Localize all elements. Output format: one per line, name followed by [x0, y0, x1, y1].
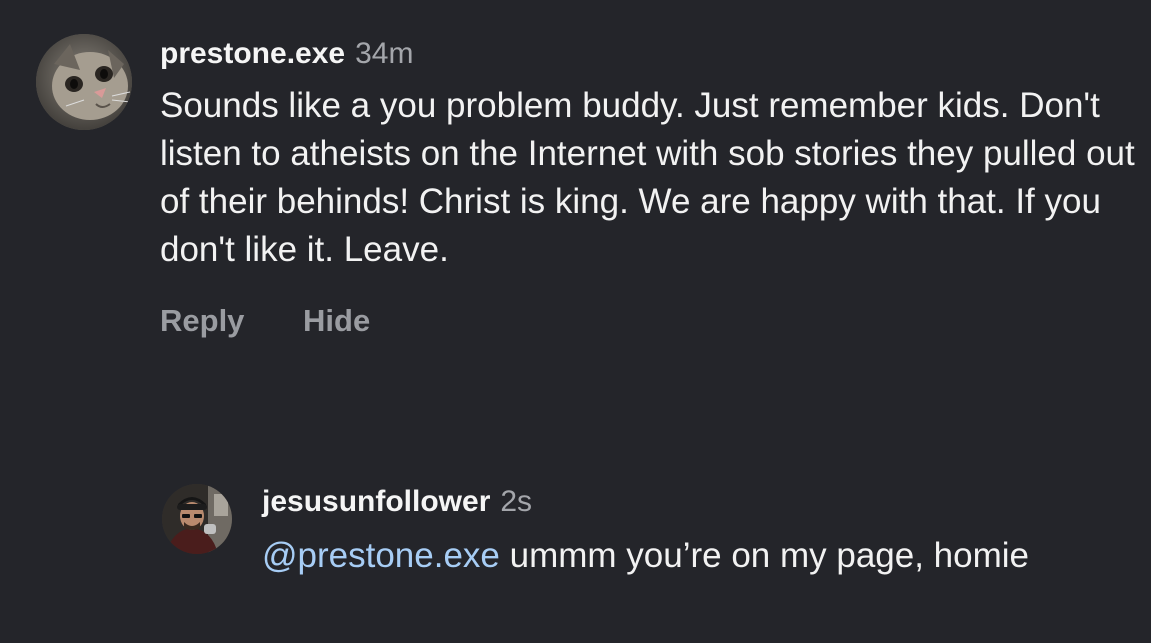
comment-thread: prestone.exe 34m Sounds like a you proble… — [0, 0, 1151, 643]
comment-header: jesusunfollower 2s — [262, 482, 1142, 522]
mention-link[interactable]: @prestone.exe — [262, 536, 500, 575]
username[interactable]: prestone.exe — [160, 37, 345, 70]
timestamp: 2s — [500, 485, 533, 518]
comment-text-content: ummm you’re on my page, homie — [499, 536, 1029, 575]
comment-text: Sounds like a you problem buddy. Just re… — [160, 86, 1135, 269]
comment-header: prestone.exe 34m — [160, 34, 1150, 74]
comment-actions: Reply Hide — [160, 301, 1150, 341]
person-avatar-icon — [162, 484, 232, 554]
timestamp: 34m — [355, 37, 414, 70]
comment-body: prestone.exe 34m Sounds like a you proble… — [160, 34, 1150, 341]
comment-text: @prestone.exe ummm you’re on my page, ho… — [262, 532, 1122, 580]
comment-body: jesusunfollower 2s @prestone.exe ummm you… — [262, 482, 1142, 580]
cat-avatar-icon — [36, 34, 132, 130]
username[interactable]: jesusunfollower — [262, 485, 490, 518]
avatar[interactable] — [162, 484, 232, 554]
hide-button[interactable]: Hide — [303, 301, 370, 341]
avatar[interactable] — [36, 34, 132, 130]
reply-button[interactable]: Reply — [160, 301, 244, 341]
